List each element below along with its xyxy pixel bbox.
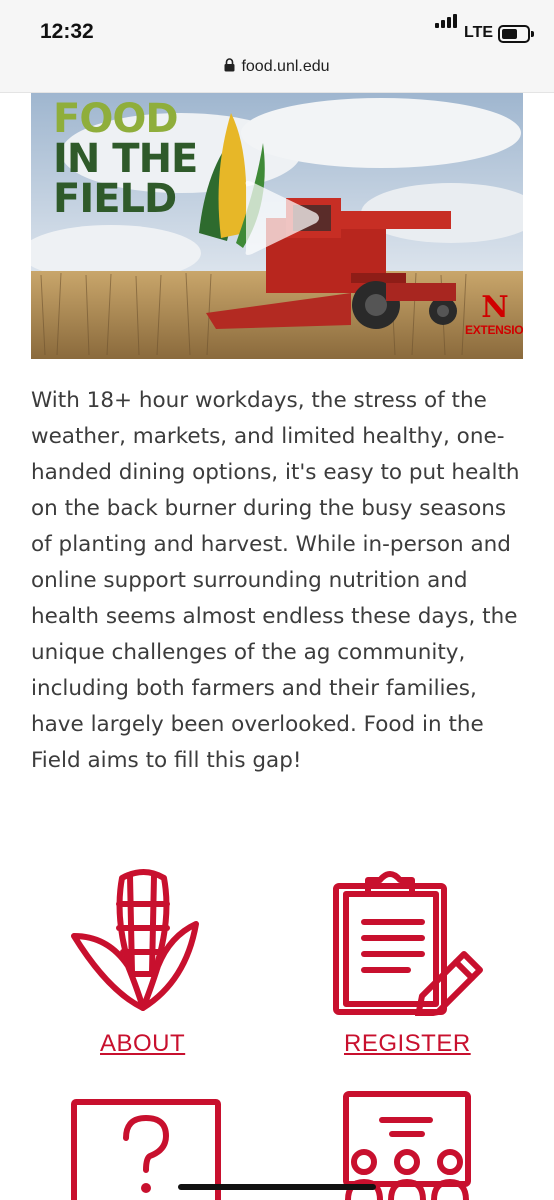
network-type: LTE (464, 24, 494, 41)
extension-label: EXTENSION (465, 323, 523, 337)
home-indicator[interactable] (178, 1184, 376, 1190)
corn-icon (71, 869, 199, 1011)
register-tile[interactable] (330, 866, 490, 1026)
nebraska-extension-logo: N EXTENSION (465, 290, 523, 338)
status-time: 12:32 (40, 20, 94, 43)
about-tile[interactable] (68, 866, 208, 1026)
lock-icon (224, 58, 235, 72)
status-bar: 12:32 LTE food.unl.edu (0, 0, 554, 93)
register-link[interactable]: REGISTER (344, 1030, 471, 1058)
url-text: food.unl.edu (241, 58, 330, 75)
about-link[interactable]: ABOUT (100, 1030, 185, 1058)
logo-line-2: IN THE (53, 136, 198, 182)
food-in-the-field-logo: FOOD IN THE FIELD (53, 96, 198, 222)
address-bar[interactable]: food.unl.edu (0, 58, 554, 76)
nebraska-n-logo: N (481, 290, 509, 325)
play-icon[interactable] (236, 179, 322, 257)
intro-paragraph: With 18+ hour workdays, the stress of th… (31, 388, 520, 773)
hero-video[interactable]: FOOD IN THE FIELD N EXTENSION (31, 93, 523, 359)
logo-line-3: FIELD (53, 176, 177, 222)
logo-line-1: FOOD (53, 96, 179, 142)
clipboard-icon (333, 871, 483, 1016)
battery-icon (498, 25, 534, 43)
